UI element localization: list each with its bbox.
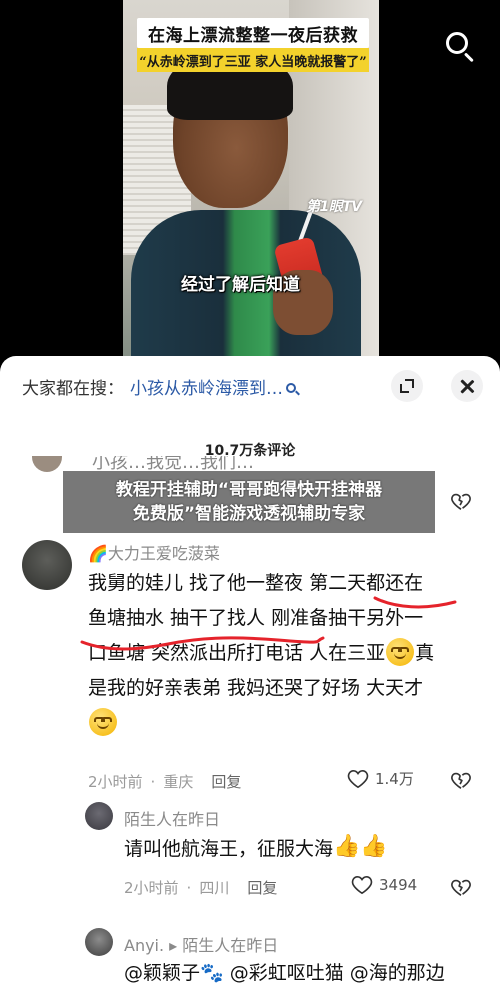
search-suggestion-query[interactable]: 小孩从赤岭海漂到… xyxy=(130,379,283,399)
grinning-emoji-icon xyxy=(386,637,415,666)
dislike-icon[interactable] xyxy=(450,769,472,791)
comment-meta: 2小时前 · 四川 回复 xyxy=(124,877,278,898)
comment-line: 是我的好亲表弟 我妈还哭了好场 大天才 xyxy=(88,677,424,699)
heart-icon xyxy=(347,769,369,789)
comment-line xyxy=(88,706,488,741)
comment-text: 我舅的娃儿 找了他一整夜 第二天都还在 鱼塘抽水 抽干了找人 刚准备抽干另外一 … xyxy=(88,566,488,741)
search-icon[interactable] xyxy=(444,30,478,64)
grinning-emoji-icon xyxy=(89,707,117,736)
overlay-ad-text: 教程开挂辅助“哥哥跑得快开挂神器 免费版”智能游戏透视辅助专家 xyxy=(63,471,435,533)
dislike-icon[interactable] xyxy=(450,876,472,898)
expand-icon xyxy=(400,379,414,393)
like-button[interactable]: 1.4万 xyxy=(347,768,414,789)
comment-sheet: 大家都在搜： 小孩从赤岭海漂到… 10.7万条评论 小孩…我觉…我们… 🌈大力王爱… xyxy=(0,356,500,1006)
search-small-icon xyxy=(286,383,296,393)
comment-username[interactable]: 陌生人在昨日 xyxy=(124,806,220,830)
thumbs-up-icon: 👍 xyxy=(333,834,361,859)
comment-text: @颖颖子🐾 @彩虹呕吐猫 @海的那边 xyxy=(124,962,445,984)
like-count: 3494 xyxy=(379,876,418,894)
thumbs-up-icon: 👍 xyxy=(360,834,388,859)
comment-line: 鱼塘抽水 抽干了找人 刚准备抽干另外一 xyxy=(88,607,424,629)
dislike-icon[interactable] xyxy=(450,490,472,512)
comment-location: 四川 xyxy=(199,879,230,897)
comment-line: 我舅的娃儿 找了他一整夜 第二天都还在 xyxy=(88,572,424,594)
avatar[interactable] xyxy=(32,456,62,472)
comment-time: 2小时前 xyxy=(88,773,143,791)
avatar[interactable] xyxy=(85,802,113,830)
video-subtitle-banner: “从赤岭漂到了三亚 家人当晚就报警了” xyxy=(137,48,369,72)
comment-username[interactable]: Anyi. ▸ 陌生人在昨日 xyxy=(124,932,278,956)
video-title-banner: 在海上漂流整整一夜后获救 xyxy=(137,18,369,48)
comment-line: 口鱼塘 突然派出所打电话 人在三亚真 xyxy=(88,636,488,671)
video-player[interactable]: 第1眼TV 在海上漂流整整一夜后获救 “从赤岭漂到了三亚 家人当晚就报警了” 经… xyxy=(0,0,500,372)
like-count: 1.4万 xyxy=(375,770,414,788)
channel-logo: 第1眼TV xyxy=(306,199,362,215)
search-suggestion-prefix: 大家都在搜： xyxy=(22,379,124,399)
avatar[interactable] xyxy=(22,540,72,590)
like-button[interactable]: 3494 xyxy=(351,875,417,895)
heart-icon xyxy=(351,875,373,895)
expand-button[interactable] xyxy=(391,370,423,402)
comment-text: 请叫他航海王，征服大海👍👍 xyxy=(124,832,484,867)
comment-time: 2小时前 xyxy=(124,879,179,897)
close-button[interactable] xyxy=(451,370,483,402)
video-caption: 经过了解后知道 xyxy=(181,275,300,295)
search-suggestion[interactable]: 大家都在搜： 小孩从赤岭海漂到… xyxy=(22,374,296,399)
reply-button[interactable]: 回复 xyxy=(211,771,241,792)
comment-location: 重庆 xyxy=(163,773,194,791)
reply-button[interactable]: 回复 xyxy=(247,877,277,898)
avatar[interactable] xyxy=(85,928,113,956)
comment-username[interactable]: 🌈大力王爱吃菠菜 xyxy=(88,540,220,564)
comment-meta: 2小时前 · 重庆 回复 xyxy=(88,771,242,792)
close-icon xyxy=(460,379,474,393)
